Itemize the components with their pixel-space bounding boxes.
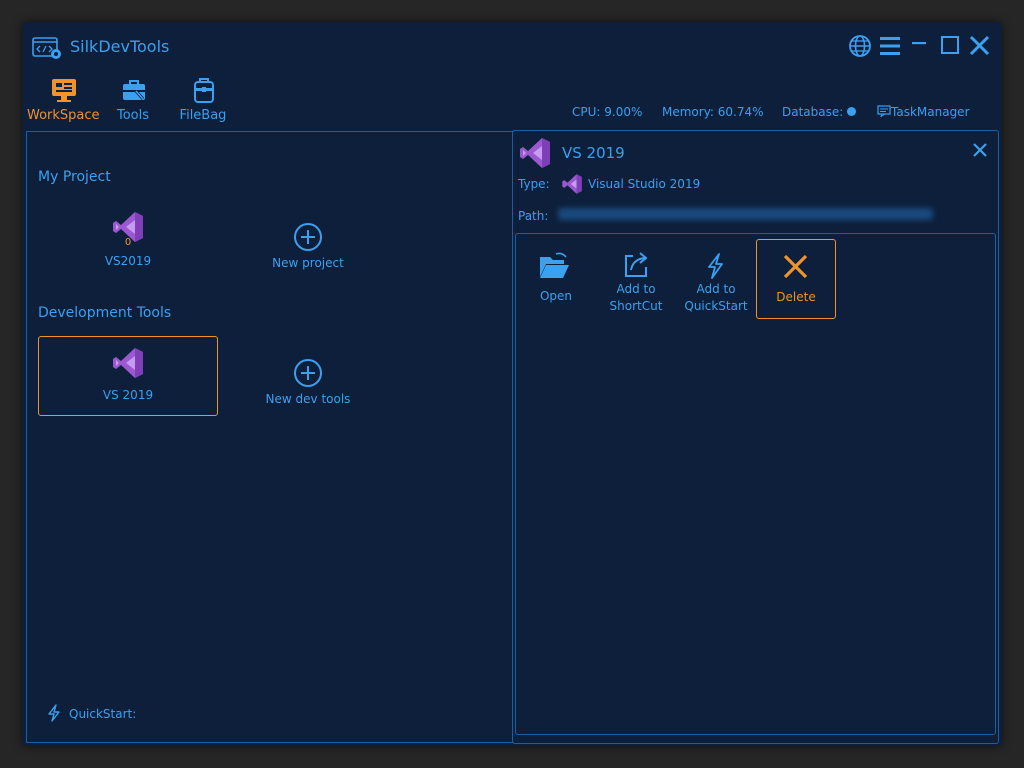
filebag-icon (194, 78, 214, 103)
nav-label-filebag: FileBag (179, 108, 227, 123)
open-button[interactable]: Open (516, 239, 596, 319)
add-to-quickstart-line2: QuickStart (684, 299, 748, 313)
type-value: Visual Studio 2019 (588, 177, 701, 191)
nav-label-workspace: WorkSpace (27, 108, 100, 123)
dev-tool-label: VS 2019 (102, 388, 154, 402)
menu-icon[interactable] (878, 34, 902, 58)
nav-item-filebag[interactable]: FileBag (167, 74, 239, 128)
folder-open-icon (540, 252, 569, 278)
new-project-label: New project (272, 256, 344, 270)
delete-button[interactable]: Delete (756, 239, 836, 319)
project-tile-vs2019[interactable]: 0 VS2019 (38, 200, 218, 280)
task-manager-link[interactable]: TaskManager (877, 105, 970, 119)
visual-studio-icon (562, 174, 582, 194)
delete-label: Delete (776, 290, 816, 304)
minimize-icon[interactable] (908, 34, 932, 58)
add-to-shortcut-button[interactable]: Add to ShortCut (596, 239, 676, 319)
nav-item-workspace[interactable]: WorkSpace (27, 74, 100, 128)
nav-label-tools: Tools (116, 108, 150, 123)
database-status-dot (847, 107, 857, 116)
task-manager-icon (877, 105, 891, 118)
plus-circle-icon (294, 223, 322, 251)
plus-circle-icon (294, 359, 322, 387)
add-to-shortcut-label: Add to ShortCut (596, 281, 676, 315)
close-icon (783, 254, 808, 279)
maximize-icon[interactable] (938, 34, 962, 58)
quickstart-bar: QuickStart: (47, 704, 136, 722)
add-to-quickstart-button[interactable]: Add to QuickStart (676, 239, 756, 319)
code-window-icon (32, 37, 61, 59)
toolbox-icon (123, 80, 145, 100)
visual-studio-icon (113, 348, 143, 378)
memory-usage: Memory: 60.74% (662, 105, 764, 119)
task-manager-label: TaskManager (891, 105, 970, 119)
visual-studio-icon (520, 138, 550, 168)
globe-icon[interactable] (848, 34, 872, 58)
nav-item-tools[interactable]: Tools (97, 74, 169, 128)
lightning-icon (708, 253, 723, 279)
my-project-title: My Project (38, 169, 111, 185)
title-bar: SilkDevTools (22, 22, 1002, 74)
add-to-shortcut-line2: ShortCut (609, 299, 663, 313)
project-count-badge: 0 (124, 237, 132, 248)
workspace-icon (52, 79, 76, 102)
app-window: SilkDevTools WorkSpace Tools FileBag CPU… (22, 22, 1002, 746)
add-to-shortcut-line1: Add to (616, 282, 656, 296)
new-dev-tools-label: New dev tools (265, 392, 351, 406)
close-icon[interactable] (971, 141, 989, 159)
dev-tools-title: Development Tools (38, 305, 172, 321)
detail-title: VS 2019 (562, 144, 625, 162)
path-label: Path: (518, 209, 549, 223)
open-label: Open (539, 289, 573, 303)
action-area: Open Add to ShortCut Add to QuickStart D… (515, 233, 996, 735)
path-value-obscured (558, 208, 933, 220)
quickstart-label: QuickStart: (69, 707, 137, 721)
close-window-icon[interactable] (968, 34, 992, 58)
new-dev-tools-button[interactable]: New dev tools (218, 336, 398, 416)
project-label: VS2019 (104, 254, 152, 268)
dev-tool-tile-vs2019[interactable]: VS 2019 (38, 336, 218, 416)
lightning-icon (48, 704, 60, 722)
database-label: Database: (782, 105, 844, 119)
share-icon (625, 252, 648, 277)
add-to-quickstart-line1: Add to (696, 282, 736, 296)
app-title: SilkDevTools (70, 37, 170, 56)
detail-panel: VS 2019 Type: Visual Studio 2019 Path: O… (512, 130, 999, 744)
new-project-button[interactable]: New project (218, 200, 398, 280)
add-to-quickstart-label: Add to QuickStart (676, 281, 756, 315)
cpu-usage: CPU: 9.00% (572, 105, 643, 119)
database-status: Database: (782, 105, 857, 119)
workspace-panel: My Project 0 VS2019 New project Developm… (26, 131, 514, 743)
type-label: Type: (518, 177, 550, 191)
